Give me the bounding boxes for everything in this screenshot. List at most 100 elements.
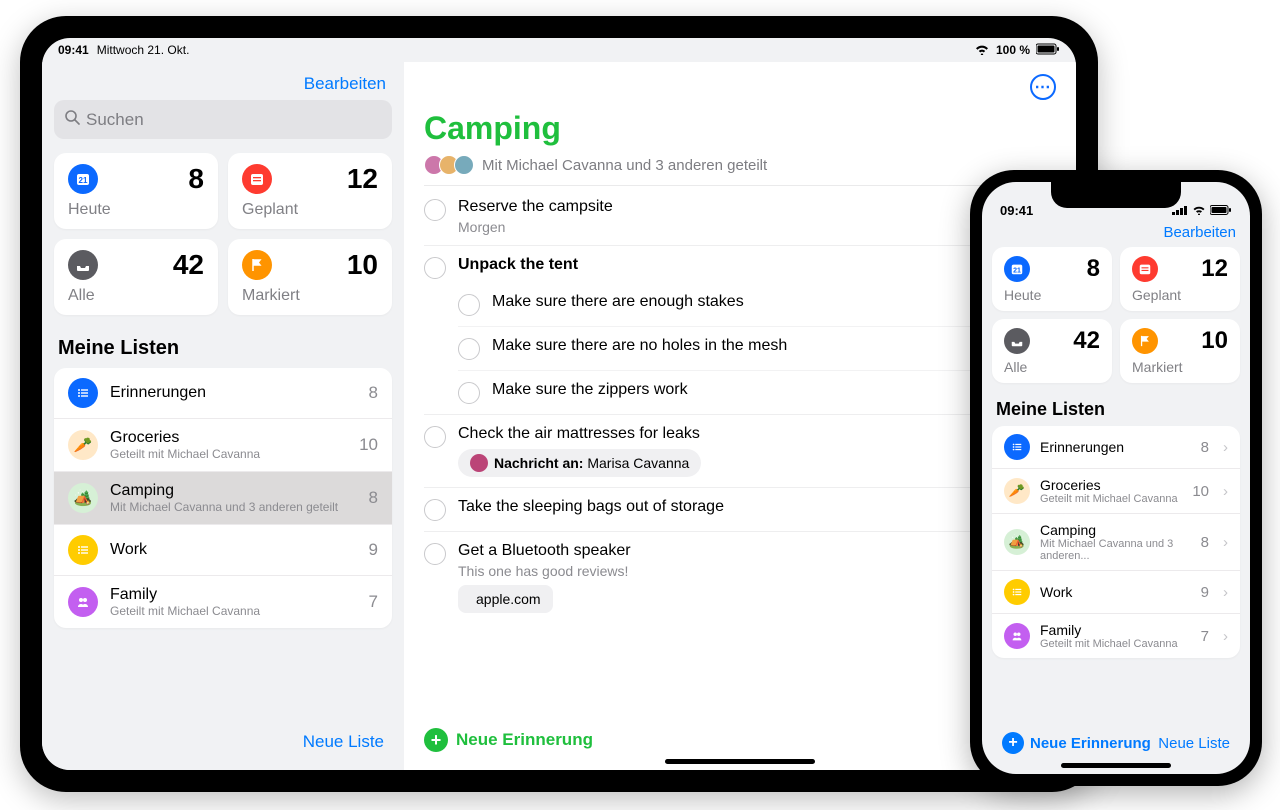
list-title: Camping (110, 482, 357, 500)
chevron-right-icon: › (1223, 584, 1228, 601)
task-radio[interactable] (424, 257, 446, 279)
task-row[interactable]: Make sure there are enough stakes (458, 283, 1056, 327)
task-radio[interactable] (424, 199, 446, 221)
family-icon (1004, 623, 1030, 649)
list-count: 7 (369, 592, 378, 612)
list-item-groceries[interactable]: 🥕 Groceries Geteilt mit Michael Cavanna … (54, 419, 392, 472)
smart-count: 8 (1087, 255, 1100, 283)
task-meta: This one has good reviews! (458, 563, 1056, 579)
smart-count: 42 (1073, 327, 1100, 355)
message-chip[interactable]: Nachricht an: Marisa Cavanna (458, 449, 701, 477)
smart-all[interactable]: 42 Alle (992, 319, 1112, 383)
chevron-right-icon: › (1223, 483, 1228, 500)
smart-scheduled[interactable]: 12 Geplant (228, 153, 392, 229)
carrot-icon: 🥕 (1004, 478, 1030, 504)
smart-count: 12 (347, 163, 378, 195)
task-row[interactable]: Check the air mattresses for leaks Nachr… (424, 415, 1056, 488)
calendar-icon (1132, 256, 1158, 282)
edit-button[interactable]: Bearbeiten (1163, 224, 1236, 241)
task-radio[interactable] (458, 382, 480, 404)
svg-text:21: 21 (79, 176, 88, 185)
list-icon (1004, 579, 1030, 605)
wifi-icon (1192, 203, 1206, 218)
task-radio[interactable] (424, 543, 446, 565)
avatar-icon (470, 454, 488, 472)
smart-all[interactable]: 42 Alle (54, 239, 218, 315)
list-count: 8 (369, 383, 378, 403)
list-item-groceries[interactable]: 🥕 GroceriesGeteilt mit Michael Cavanna 1… (992, 469, 1240, 514)
tent-icon: 🏕️ (68, 483, 98, 513)
smart-label: Geplant (1132, 287, 1228, 303)
wifi-icon (974, 43, 990, 58)
flag-icon (242, 250, 272, 280)
ipad-status-bar: 09:41 Mittwoch 21. Okt. 100 % (42, 38, 1076, 62)
list-count: 8 (369, 488, 378, 508)
task-meta: Morgen (458, 219, 1056, 235)
inbox-icon (68, 250, 98, 280)
list-title: Work (110, 541, 357, 559)
search-input[interactable]: Suchen (54, 100, 392, 139)
task-title: Get a Bluetooth speaker (458, 542, 1056, 560)
list-title: Groceries (110, 429, 347, 447)
list-item-camping[interactable]: 🏕️ CampingMit Michael Cavanna und 3 ande… (992, 514, 1240, 571)
list-subtitle: Geteilt mit Michael Cavanna (110, 604, 357, 618)
my-lists: Erinnerungen 8 › 🥕 GroceriesGeteilt mit … (992, 426, 1240, 658)
list-item-family[interactable]: FamilyGeteilt mit Michael Cavanna 7 › (992, 614, 1240, 658)
home-indicator[interactable] (665, 759, 815, 764)
more-button[interactable]: ⋯ (1030, 74, 1056, 100)
task-radio[interactable] (458, 294, 480, 316)
task-row[interactable]: Get a Bluetooth speaker This one has goo… (424, 532, 1056, 623)
new-reminder-button[interactable]: + Neue Erinnerung (1002, 732, 1151, 754)
smart-label: Alle (1004, 359, 1100, 375)
list-item-camping[interactable]: 🏕️ Camping Mit Michael Cavanna und 3 and… (54, 472, 392, 525)
list-title-heading: Camping (424, 110, 1056, 147)
calendar-icon (242, 164, 272, 194)
shared-avatars (424, 155, 474, 175)
list-item-work[interactable]: Work 9 › (992, 571, 1240, 614)
smart-today[interactable]: 21 8 Heute (992, 247, 1112, 311)
my-lists: Erinnerungen 8 🥕 Groceries Geteilt mit M… (54, 368, 392, 628)
smart-flagged[interactable]: 10 Markiert (228, 239, 392, 315)
new-list-button[interactable]: Neue Liste (1158, 735, 1230, 752)
list-count: 10 (1192, 483, 1209, 500)
task-row[interactable]: Make sure there are no holes in the mesh (458, 327, 1056, 371)
shared-with-row[interactable]: Mit Michael Cavanna und 3 anderen geteil… (424, 155, 1056, 186)
link-text: apple.com (476, 591, 541, 607)
section-header-my-lists: Meine Listen (996, 399, 1240, 420)
list-title: Family (110, 586, 357, 604)
list-item-reminders[interactable]: Erinnerungen 8 (54, 368, 392, 419)
list-count: 7 (1201, 628, 1209, 645)
list-count: 8 (1201, 439, 1209, 456)
list-item-work[interactable]: Work 9 (54, 525, 392, 576)
new-list-button[interactable]: Neue Liste (303, 732, 384, 751)
edit-button[interactable]: Bearbeiten (304, 74, 386, 93)
family-icon (68, 587, 98, 617)
iphone-screen: 09:41 Bearbeiten 21 8 Heute (982, 182, 1250, 774)
ipad-device: 09:41 Mittwoch 21. Okt. 100 % Bearbeiten (20, 16, 1098, 792)
ipad-screen: 09:41 Mittwoch 21. Okt. 100 % Bearbeiten (42, 38, 1076, 770)
list-subtitle: Geteilt mit Michael Cavanna (110, 447, 347, 461)
task-radio[interactable] (458, 338, 480, 360)
task-radio[interactable] (424, 499, 446, 521)
list-item-family[interactable]: Family Geteilt mit Michael Cavanna 7 (54, 576, 392, 628)
task-title: Reserve the campsite (458, 198, 1056, 216)
status-time: 09:41 (1000, 203, 1033, 218)
task-radio[interactable] (424, 426, 446, 448)
task-row[interactable]: Reserve the campsite Morgen (424, 188, 1056, 246)
smart-count: 10 (347, 249, 378, 281)
link-chip[interactable]: apple.com (458, 585, 553, 613)
smart-scheduled[interactable]: 12 Geplant (1120, 247, 1240, 311)
list-item-reminders[interactable]: Erinnerungen 8 › (992, 426, 1240, 469)
task-row[interactable]: Take the sleeping bags out of storage (424, 488, 1056, 532)
list-title: Camping (1040, 522, 1191, 538)
list-icon (68, 378, 98, 408)
home-indicator[interactable] (1061, 763, 1171, 768)
smart-flagged[interactable]: 10 Markiert (1120, 319, 1240, 383)
smart-today[interactable]: 21 8 Heute (54, 153, 218, 229)
search-placeholder: Suchen (86, 110, 144, 130)
chip-name: Marisa Cavanna (583, 455, 689, 471)
chevron-right-icon: › (1223, 534, 1228, 551)
task-row[interactable]: Unpack the tent (424, 246, 1056, 283)
task-row[interactable]: Make sure the zippers work (458, 371, 1056, 414)
subtask-group: Make sure there are enough stakes Make s… (424, 283, 1056, 415)
